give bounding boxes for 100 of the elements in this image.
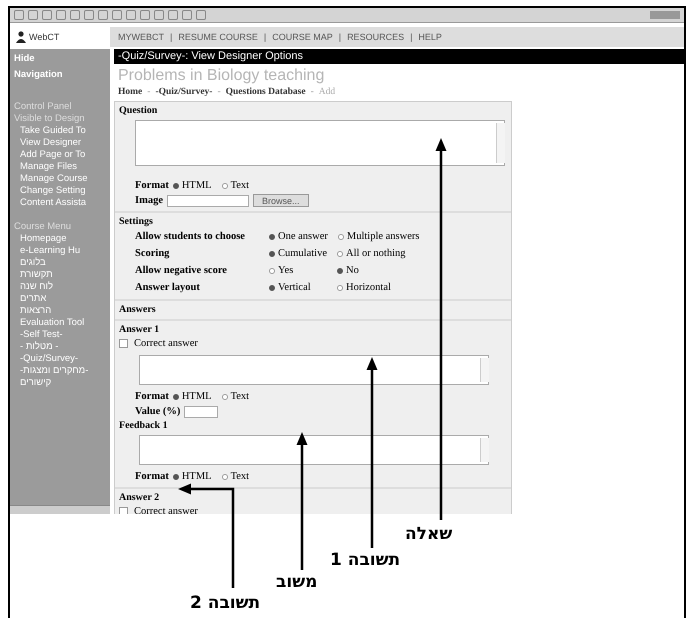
answer-heading: Answer 2	[119, 492, 160, 503]
field-label: Format	[135, 391, 169, 402]
sidebar-item[interactable]: -מחקרים ומצגות-	[10, 365, 88, 377]
breadcrumb-link[interactable]: Home	[118, 87, 142, 97]
answer-text-area[interactable]	[139, 355, 489, 385]
sidebar-item[interactable]: Evaluation Tool	[10, 317, 84, 329]
annotation-label: תשובה 2	[190, 593, 260, 613]
sidebar-item[interactable]: -Self Test-	[10, 329, 63, 341]
option-label: HTML	[182, 391, 212, 402]
separator: |	[264, 32, 266, 42]
radio-button[interactable]	[222, 182, 228, 188]
section-heading: Answers	[119, 304, 157, 315]
checkbox[interactable]	[119, 507, 128, 514]
feedback-heading: Feedback 1	[119, 420, 169, 431]
page-title: Problems in Biology teaching	[117, 66, 326, 86]
breadcrumb-separator: -	[310, 87, 314, 97]
field-label: Image	[135, 195, 163, 206]
sidebar-item[interactable]: Take Guided To	[10, 125, 86, 137]
option-label: Cumulative	[278, 248, 327, 259]
section-title: Course Menu	[13, 221, 72, 233]
radio-button[interactable]	[338, 234, 344, 240]
breadcrumb-link[interactable]: Questions Database	[226, 87, 306, 97]
radio-button[interactable]	[172, 182, 179, 188]
breadcrumb-link[interactable]: -Quiz/Survey-	[155, 87, 212, 97]
image-field[interactable]	[167, 194, 249, 206]
option-label: HTML	[182, 180, 212, 191]
sidebar-item[interactable]: קישורים	[10, 377, 52, 389]
field-label: Value (%)	[135, 406, 180, 417]
setting-label: Answer layout	[135, 282, 201, 293]
sidebar-item[interactable]: Homepage	[10, 233, 66, 245]
sidebar-item[interactable]: אתרים	[10, 293, 46, 305]
option-label: Multiple answers	[346, 231, 420, 242]
answer-heading: Answer 1	[119, 324, 160, 335]
nav-link[interactable]: RESUME COURSE	[178, 32, 258, 42]
logo-text[interactable]: WebCT	[29, 32, 60, 42]
section-heading: Settings	[119, 216, 154, 227]
radio-button[interactable]	[337, 268, 343, 274]
option-label: Horizontal	[346, 282, 391, 293]
nav-link[interactable]: MYWEBCT	[118, 32, 164, 42]
nav-link[interactable]: COURSE MAP	[272, 32, 333, 42]
radio-button[interactable]	[269, 268, 275, 274]
option-label: One answer	[278, 231, 328, 242]
radio-button[interactable]	[269, 234, 275, 240]
breadcrumb-link[interactable]: Add	[318, 87, 336, 97]
value-field[interactable]	[184, 406, 218, 418]
setting-label: Scoring	[135, 248, 170, 259]
scrollbar[interactable]	[10, 505, 110, 514]
radio-button[interactable]	[337, 284, 343, 290]
nav-link[interactable]: RESOURCES	[347, 32, 404, 42]
sidebar-item[interactable]: Manage Files	[10, 161, 78, 173]
checkbox-label: Correct answer	[134, 338, 198, 349]
checkbox-label: Correct answer	[134, 506, 198, 514]
option-label: No	[346, 265, 359, 276]
breadcrumb-separator: -	[217, 87, 221, 97]
sidebar-item[interactable]: Change Setting	[10, 185, 86, 197]
sidebar-item[interactable]: Add Page or To	[10, 149, 86, 161]
sidebar-item[interactable]: Content Assista	[10, 197, 86, 209]
sidebar-item[interactable]: View Designer	[10, 137, 82, 149]
radio-button[interactable]	[172, 474, 179, 480]
checkbox[interactable]	[119, 339, 128, 348]
sidebar-item[interactable]: - מטלות -	[10, 341, 58, 353]
browse-button[interactable]: Browse...	[253, 194, 309, 207]
section-title: Control Panel	[13, 101, 72, 113]
separator: |	[410, 32, 412, 42]
question-text-area[interactable]	[135, 120, 505, 166]
option-label: Text	[230, 471, 250, 482]
radio-button[interactable]	[172, 394, 179, 400]
section-heading: Question	[119, 105, 158, 116]
radio-button[interactable]	[222, 394, 228, 400]
separator: |	[338, 32, 342, 42]
field-label: Format	[135, 180, 169, 191]
sidebar-item[interactable]: לוח שנה	[10, 281, 54, 293]
sidebar-item[interactable]: הרצאות	[10, 305, 52, 317]
field-label: Format	[135, 471, 169, 482]
sidebar-item[interactable]: תקשורת	[10, 269, 53, 281]
radio-button[interactable]	[269, 284, 275, 290]
sidebar-item[interactable]: בלוגים	[10, 257, 46, 269]
setting-label: Allow negative score	[135, 265, 228, 276]
option-label: Text	[230, 180, 250, 191]
person-icon	[16, 31, 26, 43]
sidebar-item[interactable]: -Quiz/Survey-	[10, 353, 78, 365]
option-label: Vertical	[278, 282, 311, 293]
header-text: -Quiz/Survey-: View Designer Options	[118, 50, 304, 62]
hide-navigation-link[interactable]: Hide Navigation	[10, 51, 74, 83]
radio-button[interactable]	[269, 250, 275, 256]
radio-button[interactable]	[222, 474, 228, 480]
option-label: HTML	[182, 471, 212, 482]
annotation-label: תשובה 1	[330, 550, 400, 570]
section-subtitle: Visible to Design	[13, 113, 85, 125]
setting-label: Allow students to choose	[135, 231, 246, 242]
option-label: Yes	[278, 265, 294, 276]
sidebar-item[interactable]: e-Learning Hu	[10, 245, 80, 257]
nav-link[interactable]: HELP	[418, 32, 442, 42]
sidebar-item[interactable]: Manage Course	[10, 173, 88, 185]
radio-button[interactable]	[337, 250, 343, 256]
feedback-text-area[interactable]	[139, 435, 489, 465]
option-label: Text	[230, 391, 250, 402]
annotation-label: שאלה	[405, 524, 452, 544]
separator: |	[170, 32, 172, 42]
option-label: All or nothing	[346, 248, 406, 259]
